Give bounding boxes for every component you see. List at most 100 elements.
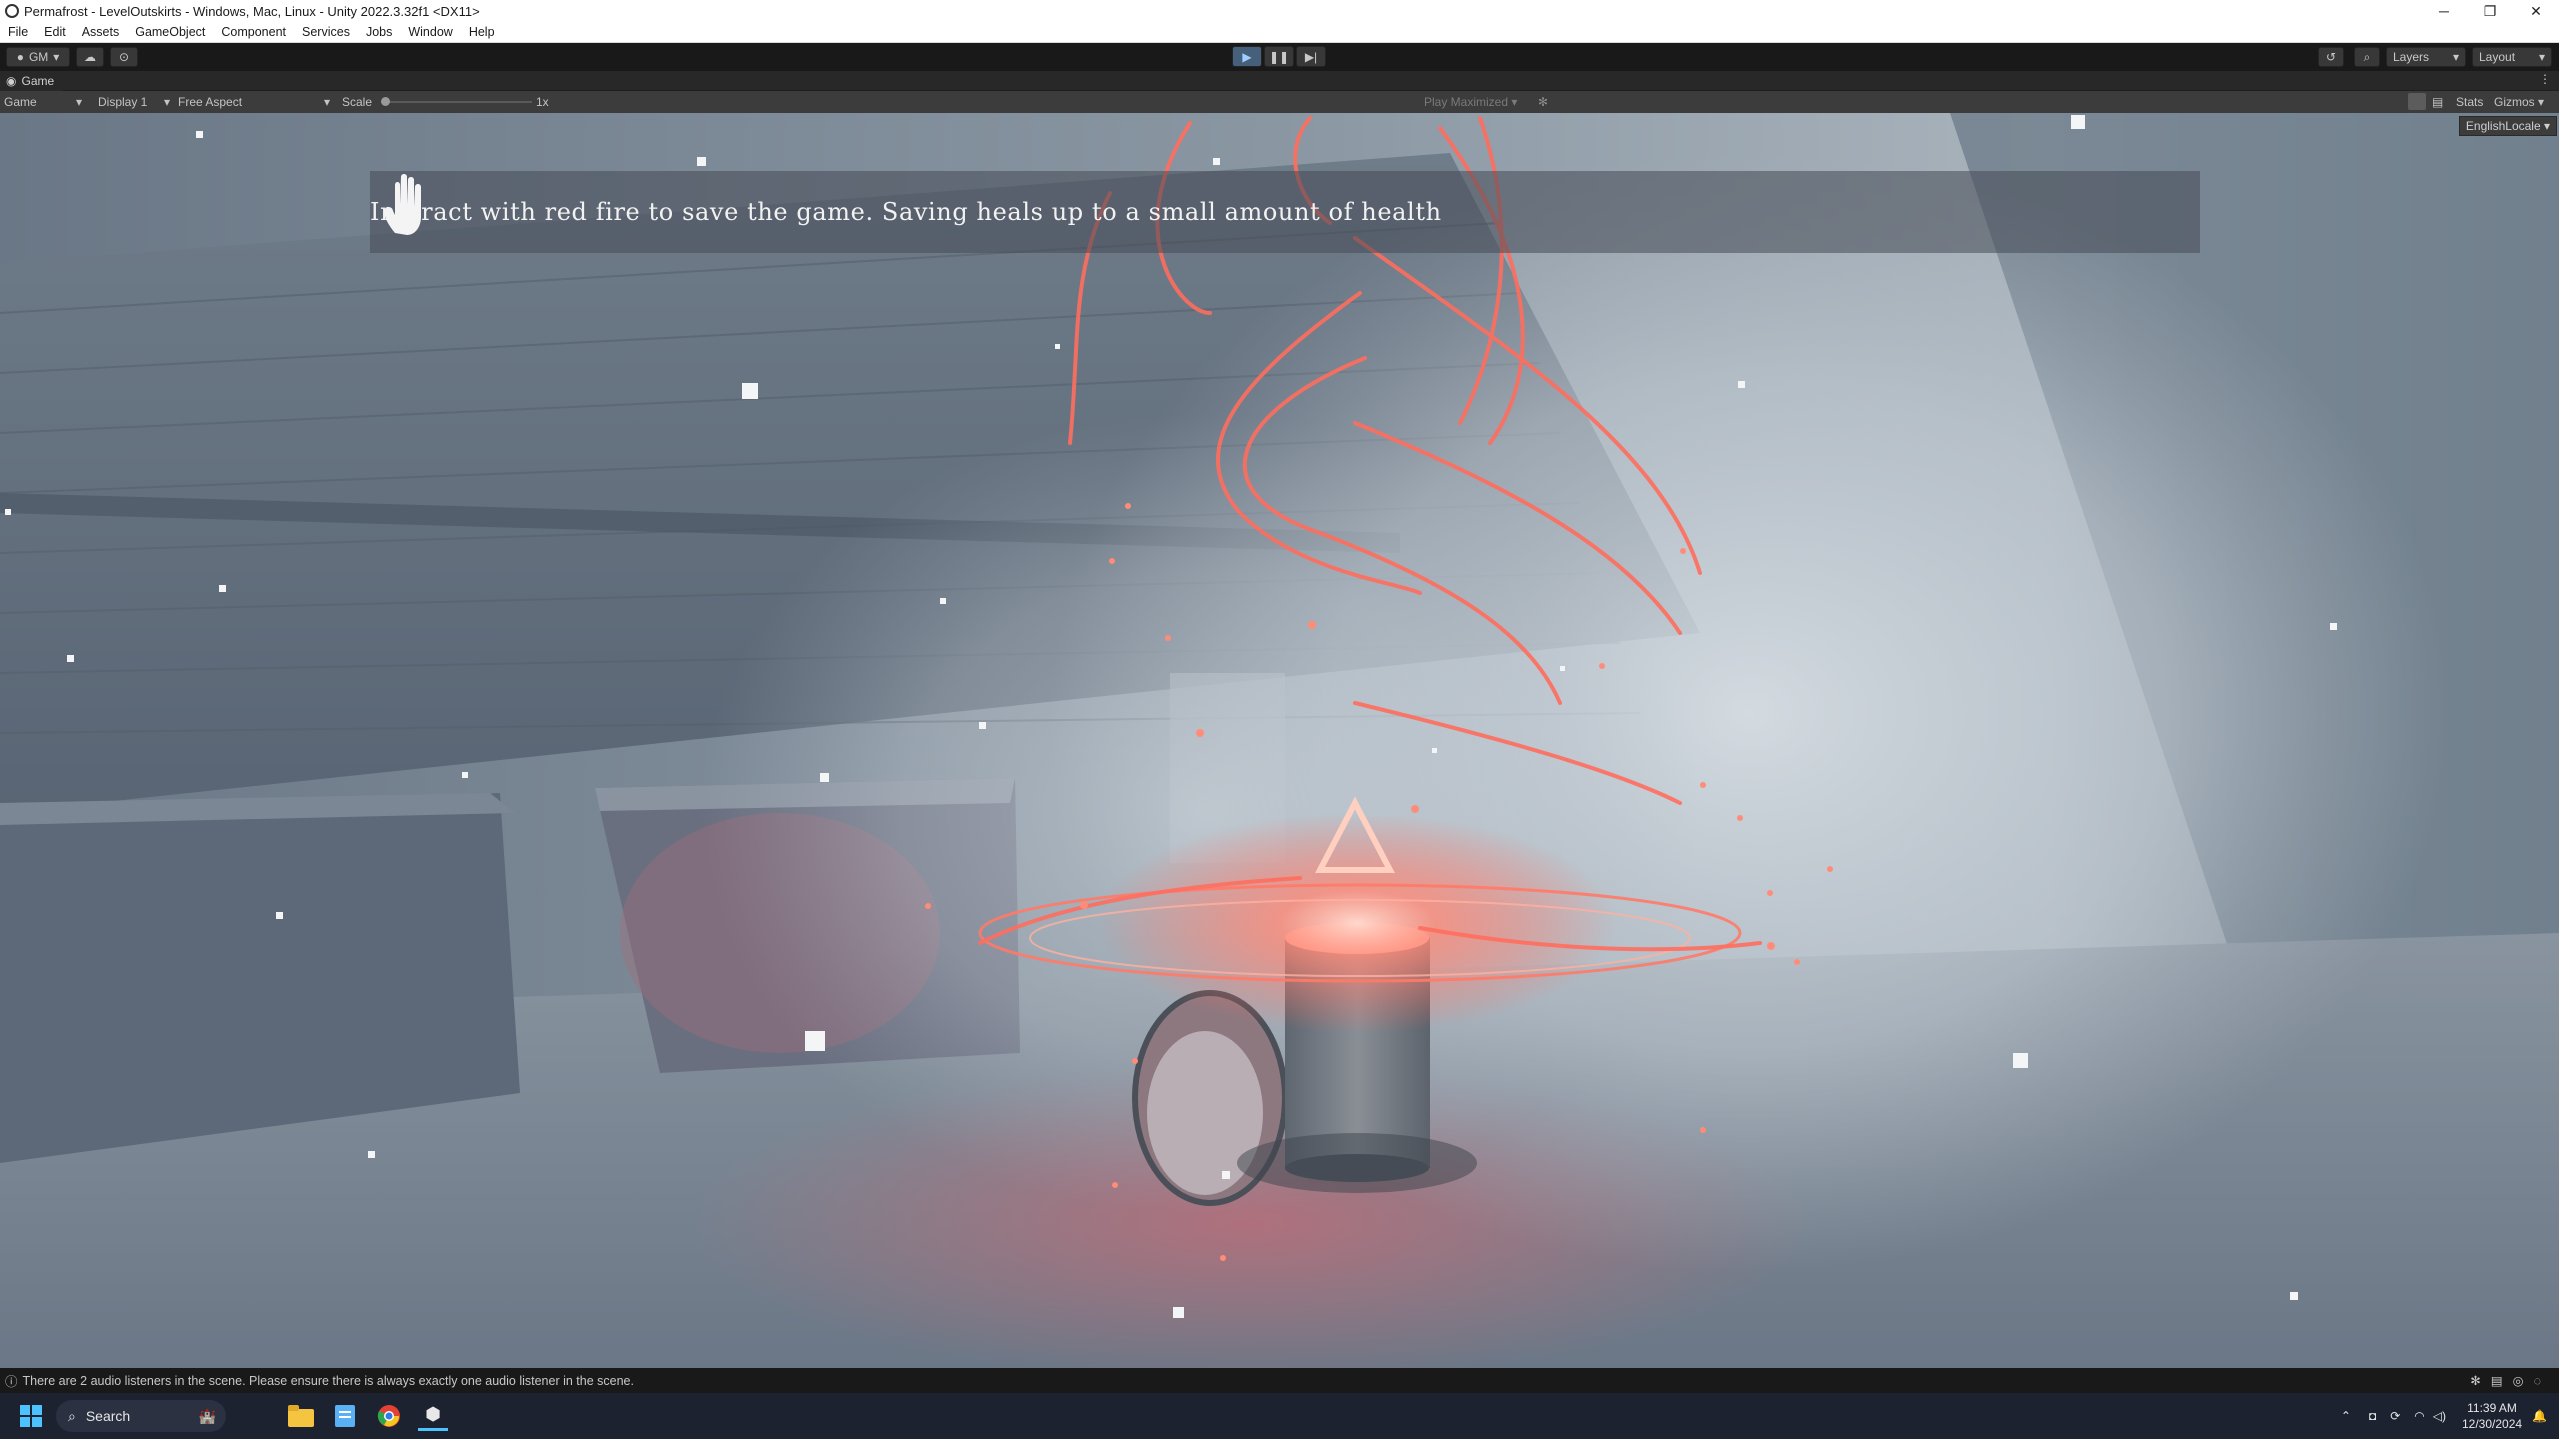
chevron-down-icon: ▾ bbox=[53, 50, 60, 64]
menu-file[interactable]: File bbox=[0, 25, 36, 39]
pause-icon: ❚❚ bbox=[1268, 49, 1290, 64]
tab-game[interactable]: ◉ Game bbox=[0, 70, 63, 91]
account-label: GM bbox=[28, 50, 49, 64]
menu-component[interactable]: Component bbox=[213, 25, 294, 39]
step-icon: ▶| bbox=[1304, 49, 1318, 64]
menu-services[interactable]: Services bbox=[294, 25, 358, 39]
minimize-button[interactable]: ─ bbox=[2421, 0, 2467, 22]
menu-jobs[interactable]: Jobs bbox=[358, 25, 400, 39]
hand-icon bbox=[384, 174, 421, 235]
chevron-up-icon[interactable]: ⌃ bbox=[2341, 1409, 2351, 1423]
scale-label: Scale bbox=[342, 95, 373, 109]
chevron-down-icon: ▾ bbox=[164, 95, 171, 109]
play-maximized-dropdown[interactable]: Play Maximized ▾ bbox=[1424, 95, 1517, 109]
tutorial-hint-banner: Interact with red fire to save the game.… bbox=[370, 171, 2200, 253]
windows-start-icon[interactable] bbox=[16, 1401, 46, 1431]
file-explorer-icon[interactable] bbox=[286, 1401, 316, 1431]
search-highlight-icon: 🏰 bbox=[198, 1407, 216, 1424]
menu-edit[interactable]: Edit bbox=[36, 25, 74, 39]
play-button[interactable]: ▶ bbox=[1232, 46, 1262, 67]
chevron-down-icon: ▾ bbox=[2538, 50, 2545, 64]
windows-logo-icon bbox=[20, 1405, 42, 1427]
notification-bell-icon[interactable]: 🔔 bbox=[2532, 1409, 2547, 1423]
sync-icon[interactable]: ⟳ bbox=[2390, 1409, 2400, 1423]
maximize-view-icon[interactable] bbox=[2408, 93, 2426, 110]
scale-slider-handle[interactable] bbox=[381, 97, 390, 106]
locale-dropdown[interactable]: EnglishLocale ▾ bbox=[2458, 116, 2557, 136]
layout-label: Layout bbox=[2479, 50, 2516, 64]
game-mode-dropdown[interactable]: Game ▾ bbox=[4, 95, 84, 109]
cloud-button[interactable]: ☁ bbox=[76, 47, 104, 67]
chrome-glyph-icon bbox=[377, 1405, 400, 1427]
game-mode-label: Game bbox=[4, 95, 37, 109]
game-view-toolbar: Game ▾ Display 1 ▾ Free Aspect ▾ Scale 1… bbox=[0, 91, 2559, 113]
gizmos-dropdown[interactable]: Gizmos ▾ bbox=[2494, 95, 2544, 109]
undo-history-button[interactable]: ↺ bbox=[2318, 47, 2344, 67]
notepad-icon[interactable] bbox=[330, 1401, 360, 1431]
os-taskbar: ⌕ Search 🏰 ⬢ ⌃ ◘ ⟳ ◠ ◁) 11:39 AM 12/30/2… bbox=[0, 1393, 2559, 1439]
close-button[interactable]: ✕ bbox=[2513, 0, 2559, 22]
layers-dropdown[interactable]: Layers ▾ bbox=[2386, 47, 2466, 67]
menu-window[interactable]: Window bbox=[400, 25, 460, 39]
mute-audio-icon[interactable]: ✻ bbox=[1538, 95, 1548, 109]
layers-label: Layers bbox=[2393, 50, 2430, 64]
step-button[interactable]: ▶| bbox=[1296, 46, 1326, 67]
chevron-down-icon: ▾ bbox=[324, 95, 331, 109]
tab-game-label: Game bbox=[21, 73, 55, 88]
play-icon: ▶ bbox=[1242, 49, 1252, 64]
unity-taskbar-icon[interactable]: ⬢ bbox=[418, 1401, 448, 1431]
stats-button[interactable]: Stats bbox=[2456, 95, 2483, 109]
menu-assets[interactable]: Assets bbox=[74, 25, 128, 39]
layout-dropdown[interactable]: Layout ▾ bbox=[2472, 47, 2552, 67]
status-bar[interactable]: ⓘ There are 2 audio listeners in the sce… bbox=[0, 1368, 2559, 1393]
gamepad-icon: ◉ bbox=[6, 73, 17, 88]
chevron-down-icon: ▾ bbox=[2543, 119, 2550, 133]
volume-icon[interactable]: ◁) bbox=[2433, 1409, 2446, 1423]
cloud-icon: ☁ bbox=[84, 50, 96, 64]
taskbar-search[interactable]: ⌕ Search 🏰 bbox=[56, 1400, 226, 1432]
play-maximized-label: Play Maximized bbox=[1424, 95, 1509, 109]
unity-glyph-icon: ⬢ bbox=[425, 1404, 441, 1424]
scale-slider-track[interactable] bbox=[382, 101, 532, 103]
locale-label: EnglishLocale bbox=[2465, 119, 2541, 133]
menu-gameobject[interactable]: GameObject bbox=[127, 25, 213, 39]
taskbar-search-label: Search bbox=[85, 1408, 131, 1424]
display-label: Display 1 bbox=[98, 95, 148, 109]
chrome-icon[interactable] bbox=[374, 1401, 404, 1431]
menu-help[interactable]: Help bbox=[461, 25, 503, 39]
clock-date: 12/30/2024 bbox=[2461, 1417, 2523, 1431]
editor-tab-strip: ◉ Game ⋮ bbox=[0, 70, 2559, 91]
game-view[interactable]: Interact with red fire to save the game.… bbox=[0, 113, 2559, 1368]
maximize-button[interactable]: ❐ bbox=[2467, 0, 2513, 22]
vsync-icon[interactable]: ▤ bbox=[2432, 95, 2443, 109]
wifi-icon[interactable]: ◠ bbox=[2414, 1409, 2424, 1423]
search-icon: ⌕ bbox=[68, 1407, 76, 1424]
aspect-dropdown[interactable]: Free Aspect ▾ bbox=[178, 95, 334, 109]
display-dropdown[interactable]: Display 1 ▾ bbox=[98, 95, 174, 109]
collab-icon: ⊙ bbox=[118, 50, 130, 64]
info-icon: ⓘ bbox=[5, 1375, 18, 1389]
search-icon: ⌕ bbox=[2363, 49, 2371, 64]
playback-controls: ▶ ❚❚ ▶| bbox=[1232, 46, 1326, 67]
discord-icon[interactable]: ◘ bbox=[2369, 1409, 2376, 1423]
unity-logo-icon bbox=[5, 4, 19, 18]
chevron-down-icon: ▾ bbox=[1511, 95, 1518, 109]
account-icon: ● bbox=[16, 50, 24, 64]
more-options-icon[interactable]: ⋮ bbox=[2539, 72, 2551, 86]
folder-icon bbox=[288, 1405, 314, 1427]
pause-button[interactable]: ❚❚ bbox=[1264, 46, 1294, 67]
title-bar: Permafrost - LevelOutskirts - Windows, M… bbox=[0, 0, 2559, 22]
system-tray: ⌃ ◘ ⟳ ◠ ◁) 11:39 AM 12/30/2024 🔔 bbox=[2341, 1393, 2559, 1439]
taskbar-clock[interactable]: 11:39 AM 12/30/2024 bbox=[2462, 1400, 2522, 1432]
account-dropdown[interactable]: ● GM ▾ bbox=[6, 47, 70, 67]
search-button[interactable]: ⌕ bbox=[2354, 47, 2380, 67]
status-message: There are 2 audio listeners in the scene… bbox=[22, 1373, 634, 1388]
menu-bar: File Edit Assets GameObject Component Se… bbox=[0, 22, 2559, 43]
chevron-down-icon: ▾ bbox=[2538, 95, 2545, 109]
collab-button[interactable]: ⊙ bbox=[110, 47, 138, 67]
chevron-down-icon: ▾ bbox=[2452, 50, 2459, 64]
notepad-glyph-icon bbox=[335, 1405, 355, 1427]
game-scene bbox=[0, 113, 2559, 1368]
clock-time: 11:39 AM bbox=[2467, 1401, 2517, 1415]
chevron-down-icon: ▾ bbox=[76, 95, 83, 109]
